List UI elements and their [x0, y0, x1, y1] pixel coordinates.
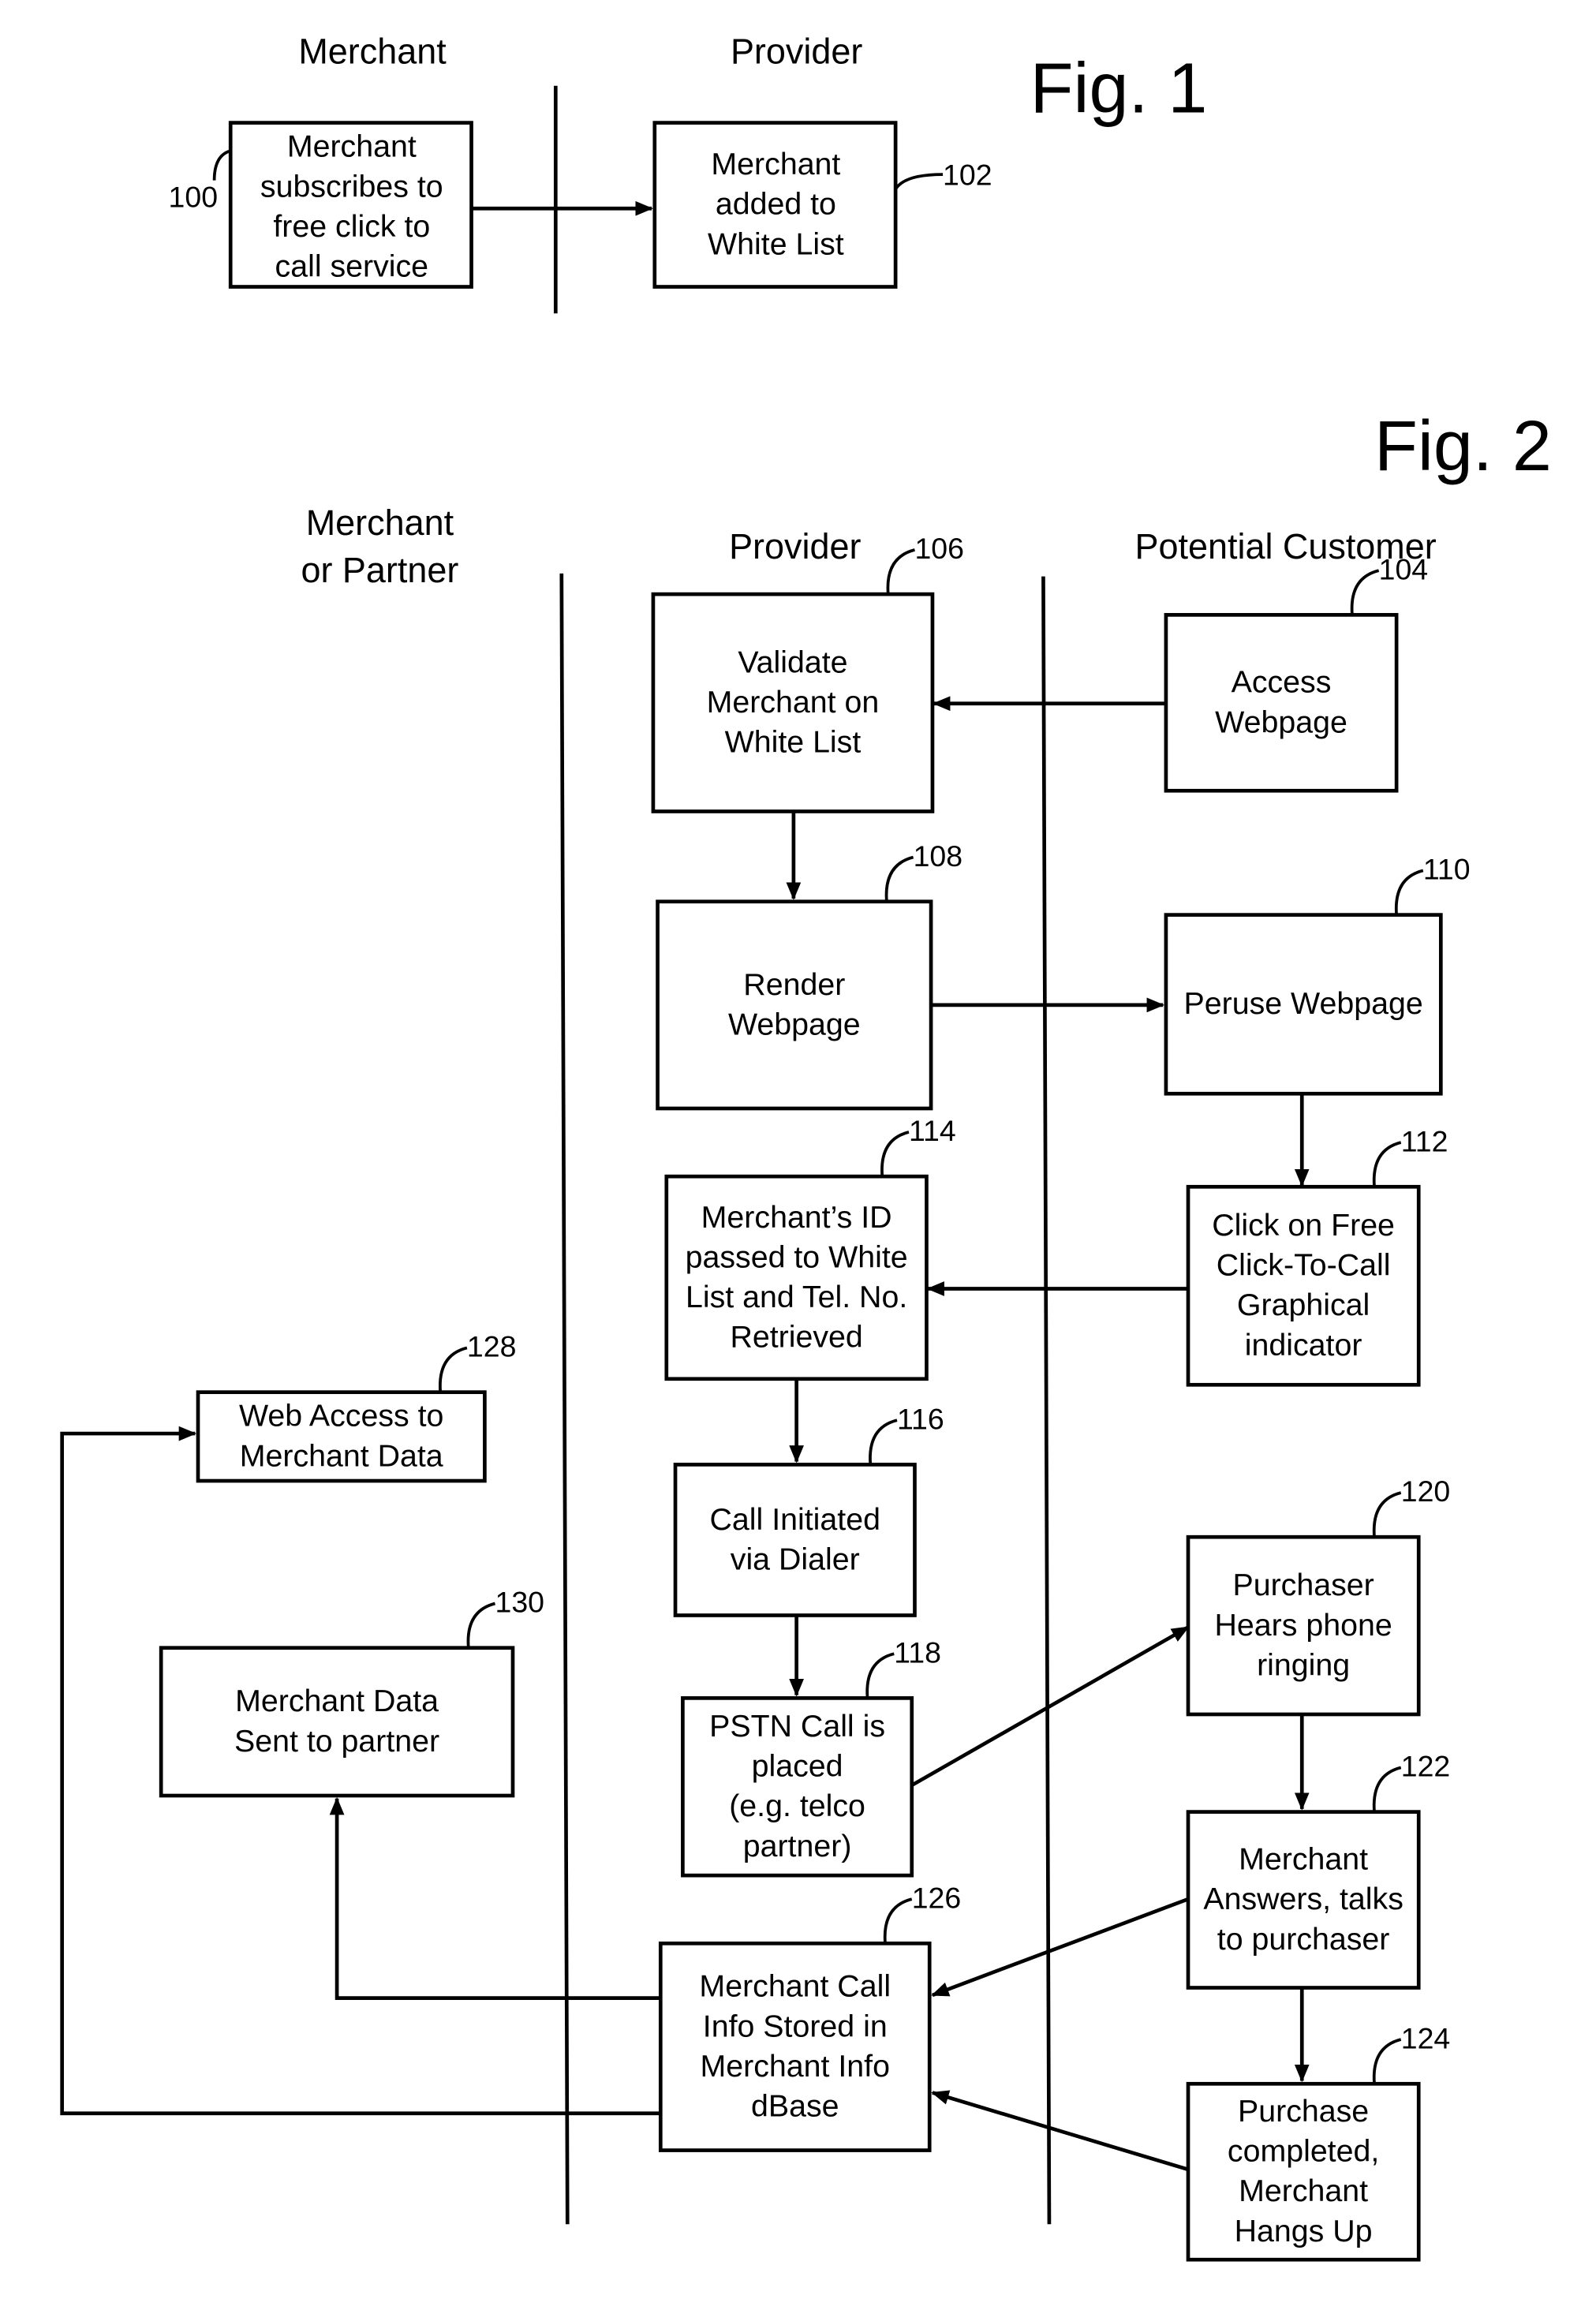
- box-text: PSTN Call is: [709, 1709, 885, 1744]
- box-text: Merchant on: [707, 685, 880, 720]
- fig2-box-108: Render Webpage 108: [656, 839, 962, 1111]
- box-text: Peruse Webpage: [1184, 986, 1423, 1021]
- box-text: dBase: [751, 2088, 839, 2123]
- box-text: Merchant Data: [235, 1684, 439, 1718]
- box-text: to purchaser: [1217, 1922, 1390, 1957]
- svg-text:free click to: free click to: [273, 209, 430, 244]
- box-text: Click-To-Call: [1217, 1248, 1391, 1283]
- box-text: Merchant: [1239, 1842, 1368, 1877]
- patent-diagram: Fig. 1 Merchant Provider Merchant subscri…: [60, 32, 1552, 2262]
- ref-114: 114: [909, 1114, 956, 1147]
- box-text: Merchant Info: [701, 2049, 890, 2084]
- fig2-lane-divider-2: [1041, 576, 1052, 2225]
- box-text: Validate: [738, 645, 847, 679]
- fig2-box-122: Merchant Answers, talks to purchaser 122: [1186, 1750, 1450, 1990]
- fig2-box-128: Web Access to Merchant Data 128: [196, 1330, 517, 1483]
- fig2-box-126: Merchant Call Info Stored in Merchant Info…: [658, 1881, 962, 2152]
- ref-124: 124: [1401, 2021, 1450, 2054]
- box-text: Hears phone: [1215, 1608, 1392, 1643]
- ref-116: 116: [897, 1402, 944, 1435]
- fig2-title: Fig. 2: [1374, 407, 1552, 486]
- svg-text:Merchant: Merchant: [711, 147, 840, 181]
- ref-118: 118: [894, 1635, 941, 1669]
- fig2-box-106: Validate Merchant on White List 106: [651, 532, 964, 813]
- box-text: indicator: [1245, 1328, 1362, 1362]
- fig2-lane-merchant-1: Merchant: [306, 503, 454, 543]
- box-text: passed to White: [686, 1239, 908, 1274]
- fig2-box-120: Purchaser Hears phone ringing 120: [1186, 1475, 1450, 1717]
- fig2-box-118: PSTN Call is placed (e.g. telco partner) 118: [681, 1635, 941, 1878]
- box-text: Render: [743, 967, 845, 1002]
- fig2-lane-merchant-2: or Partner: [301, 550, 458, 590]
- fig2-box-114: Merchant’s ID passed to White List and Tel…: [664, 1114, 956, 1381]
- box-text: partner): [743, 1829, 852, 1863]
- svg-text:subscribes to: subscribes to: [260, 169, 443, 204]
- svg-text:Merchant: Merchant: [287, 129, 417, 164]
- box-text: Merchant’s ID: [701, 1200, 892, 1235]
- box-text: ringing: [1257, 1647, 1350, 1682]
- svg-text:added to: added to: [716, 187, 836, 222]
- ref-108: 108: [914, 839, 962, 873]
- fig1-box-102: Merchant added to White List: [652, 121, 898, 289]
- box-text: Click on Free: [1212, 1208, 1395, 1243]
- box-text: Call Initiated: [710, 1502, 880, 1537]
- box-text: Purchaser: [1232, 1568, 1374, 1602]
- ref-106: 106: [914, 532, 963, 565]
- fig2-box-104: Access Webpage 104: [1164, 552, 1429, 793]
- box-text: Access: [1232, 665, 1332, 700]
- ref-128: 128: [467, 1330, 517, 1363]
- ref-102: 102: [943, 158, 992, 191]
- box-text: Retrieved: [730, 1320, 862, 1355]
- box-text: (e.g. telco: [729, 1789, 865, 1823]
- fig2-box-130: Merchant Data Sent to partner 130: [159, 1586, 544, 1798]
- ref-120: 120: [1401, 1475, 1450, 1508]
- fig2-box-116: Call Initiated via Dialer 116: [673, 1402, 944, 1617]
- ref-100: 100: [169, 180, 218, 213]
- box-text: Graphical: [1237, 1288, 1370, 1322]
- box-text: Info Stored in: [703, 2009, 888, 2043]
- fig1-title: Fig. 1: [1030, 49, 1208, 128]
- fig2-box-112: Click on Free Click-To-Call Graphical indic…: [1186, 1124, 1448, 1387]
- svg-text:call service: call service: [275, 249, 429, 283]
- box-text: Webpage: [728, 1007, 861, 1041]
- box-text: Purchase: [1238, 2094, 1369, 2129]
- box-text: Merchant Data: [240, 1438, 443, 1473]
- ref-112: 112: [1401, 1124, 1448, 1157]
- fig2-lane-provider: Provider: [729, 526, 861, 566]
- box-text: Answers, talks: [1203, 1882, 1404, 1916]
- ref-122: 122: [1401, 1750, 1450, 1783]
- fig1-lane-merchant: Merchant: [298, 32, 447, 72]
- box-text: White List: [725, 725, 862, 760]
- fig2-box-124: Purchase completed, Merchant Hangs Up 124: [1186, 2021, 1450, 2262]
- ref-126: 126: [912, 1881, 962, 1914]
- box-text: placed: [752, 1749, 843, 1784]
- fig2-lane-divider-1: [559, 573, 570, 2225]
- box-text: Merchant: [1239, 2174, 1368, 2208]
- ref-104: 104: [1379, 552, 1429, 585]
- fig2-box-110: Peruse Webpage 110: [1164, 853, 1471, 1096]
- box-text: Webpage: [1215, 705, 1347, 739]
- box-text: List and Tel. No.: [686, 1280, 907, 1314]
- box-text: Merchant Call: [699, 1969, 891, 2004]
- ref-110: 110: [1423, 853, 1471, 886]
- fig1-box-100: Merchant subscribes to free click to call s…: [228, 121, 473, 289]
- box-text: Hangs Up: [1235, 2214, 1373, 2248]
- box-text: via Dialer: [731, 1542, 860, 1576]
- box-text: Web Access to: [239, 1399, 443, 1433]
- svg-text:White List: White List: [708, 226, 844, 261]
- fig1-lane-provider: Provider: [731, 32, 862, 72]
- box-text: Sent to partner: [234, 1724, 439, 1759]
- ref-130: 130: [495, 1586, 544, 1619]
- box-text: completed,: [1228, 2134, 1379, 2169]
